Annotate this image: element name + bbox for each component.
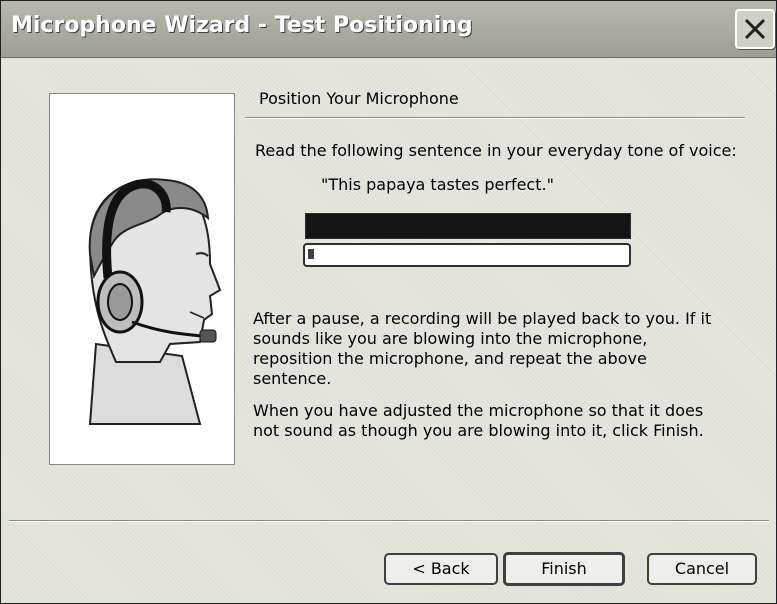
section-title: Position Your Microphone (259, 89, 459, 108)
back-button[interactable]: < Back (384, 553, 498, 585)
cancel-button[interactable]: Cancel (647, 553, 757, 585)
window-title: Microphone Wizard - Test Positioning (11, 13, 473, 38)
playback-progress (303, 243, 631, 267)
title-bar[interactable]: Microphone Wizard - Test Positioning (1, 1, 776, 58)
test-sentence: "This papaya tastes perfect." (321, 175, 554, 194)
headset-illustration (49, 93, 235, 465)
playback-instructions: After a pause, a recording will be playe… (253, 309, 712, 388)
playback-progress-fill (308, 249, 315, 259)
finish-button[interactable]: Finish (503, 552, 625, 586)
footer-divider (9, 520, 769, 522)
headset-head-illustration (88, 178, 222, 425)
close-button[interactable] (735, 9, 775, 49)
section-divider (245, 117, 745, 119)
close-icon (744, 18, 766, 40)
wizard-window: Microphone Wizard - Test Positioning Pos… (0, 0, 777, 604)
instruction-text: Read the following sentence in your ever… (255, 141, 737, 160)
finish-instructions: When you have adjusted the microphone so… (253, 401, 704, 440)
volume-meter-fill (306, 214, 630, 238)
volume-meter (305, 213, 631, 239)
